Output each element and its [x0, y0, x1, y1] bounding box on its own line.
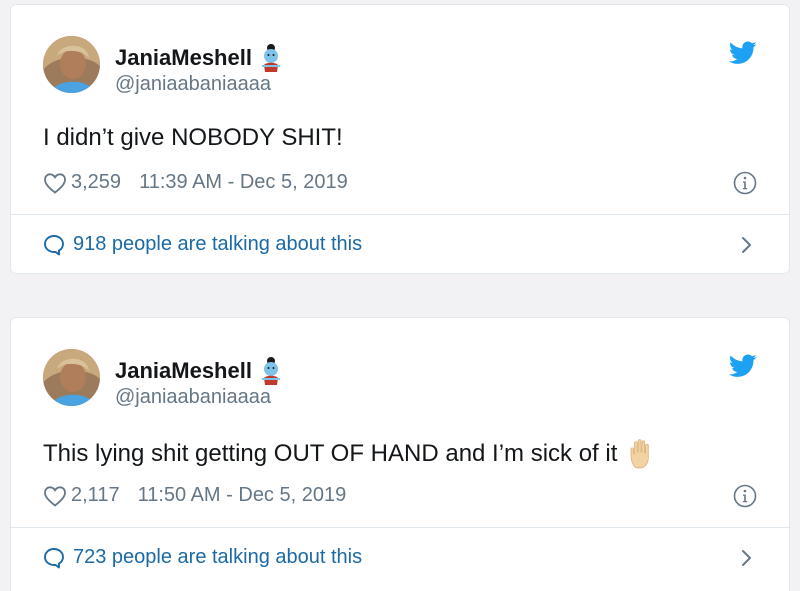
divider: [11, 214, 789, 215]
avatar[interactable]: [43, 36, 100, 93]
raised-hand-emoji-icon: [627, 437, 657, 471]
tweet-meta: 3,259 11:39 AM - Dec 5, 2019: [43, 171, 348, 194]
info-icon[interactable]: [733, 484, 757, 508]
genie-emoji-icon: [258, 356, 284, 386]
info-icon[interactable]: [733, 171, 757, 195]
like-count[interactable]: 3,259: [71, 171, 121, 194]
tweet-text-content: I didn’t give NOBODY SHIT!: [43, 124, 343, 151]
twitter-bird-icon[interactable]: [728, 41, 757, 65]
user-name-text: JaniaMeshell: [115, 45, 252, 70]
genie-emoji-icon: [258, 43, 284, 73]
user-name-text: JaniaMeshell: [115, 358, 252, 383]
speech-bubble-icon: [43, 234, 65, 256]
tweet-card: JaniaMeshell @janiaabaniaaaa This lying …: [10, 317, 790, 591]
chevron-right-icon[interactable]: [739, 548, 755, 568]
like-count[interactable]: 2,117: [71, 484, 120, 507]
talking-about-text: 918 people are talking about this: [73, 233, 363, 255]
heart-icon[interactable]: [43, 172, 67, 194]
user-name[interactable]: JaniaMeshell: [115, 356, 284, 386]
tweet-timestamp[interactable]: 11:39 AM - Dec 5, 2019: [139, 171, 348, 194]
talking-about-link[interactable]: 723 people are talking about this: [43, 546, 362, 569]
tweet-timestamp[interactable]: 11:50 AM - Dec 5, 2019: [138, 484, 347, 507]
tweet-card: JaniaMeshell @janiaabaniaaaa I didn’t gi…: [10, 4, 790, 274]
user-handle[interactable]: @janiaabaniaaaa: [115, 386, 271, 409]
tweet-text-content: This lying shit getting OUT OF HAND and …: [43, 440, 618, 467]
avatar[interactable]: [43, 349, 100, 406]
talking-about-text: 723 people are talking about this: [73, 546, 363, 568]
tweet-meta: 2,117 11:50 AM - Dec 5, 2019: [43, 484, 346, 507]
divider: [11, 527, 789, 528]
chevron-right-icon[interactable]: [739, 235, 755, 255]
twitter-bird-icon[interactable]: [728, 354, 757, 378]
talking-about-link[interactable]: 918 people are talking about this: [43, 233, 362, 256]
user-handle[interactable]: @janiaabaniaaaa: [115, 73, 271, 96]
tweet-text: I didn’t give NOBODY SHIT!: [43, 124, 343, 152]
user-name[interactable]: JaniaMeshell: [115, 43, 284, 73]
speech-bubble-icon: [43, 547, 65, 569]
tweet-text: This lying shit getting OUT OF HAND and …: [43, 437, 657, 471]
heart-icon[interactable]: [43, 485, 67, 507]
